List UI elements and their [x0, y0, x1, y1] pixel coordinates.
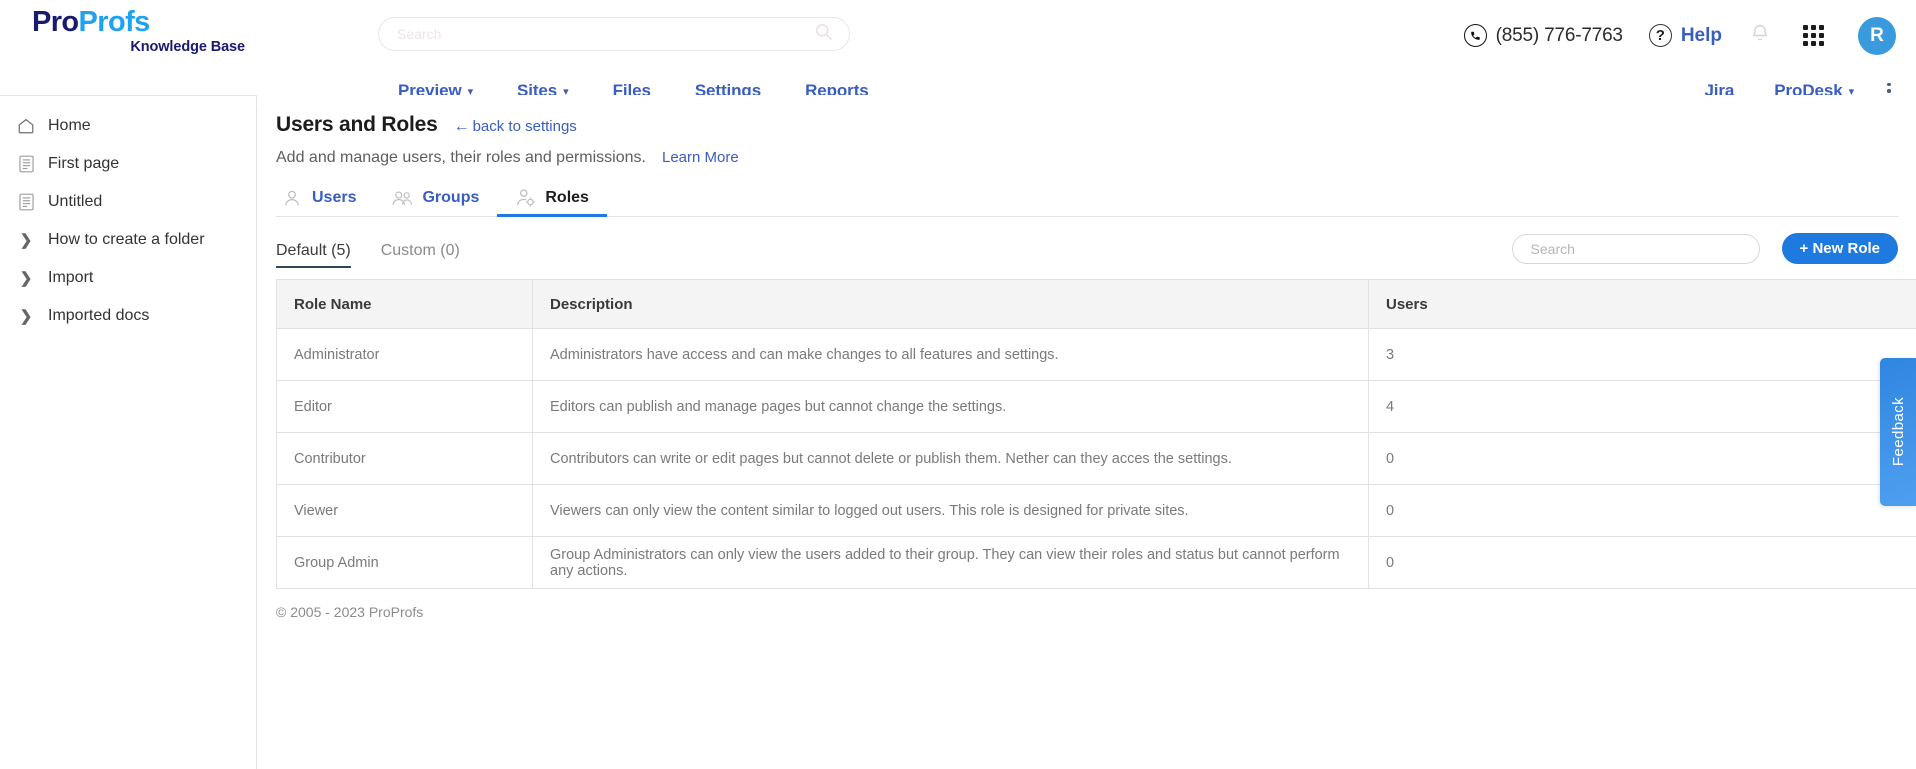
sidebar-item-label: First page — [48, 155, 120, 172]
phone-icon — [1463, 24, 1487, 47]
header-search-input[interactable] — [395, 25, 814, 43]
cell-role-name: Viewer — [276, 484, 533, 537]
avatar[interactable]: R — [1858, 16, 1896, 55]
sidebar-item-label: How to create a folder — [48, 231, 205, 248]
tab-label: Groups — [422, 188, 480, 206]
table-row[interactable]: Viewer Viewers can only view the content… — [276, 484, 1916, 537]
cell-description: Viewers can only view the content simila… — [532, 484, 1369, 537]
cell-users-count[interactable]: 0 — [1368, 536, 1916, 589]
footer-copyright: © 2005 - 2023 ProProfs — [276, 604, 424, 620]
subtab-default[interactable]: Default (5) — [276, 242, 351, 268]
tab-users[interactable]: Users — [276, 187, 374, 216]
column-header-users: Users — [1368, 279, 1916, 329]
help-label: Help — [1680, 24, 1722, 46]
section-tabs: Users Groups Roles — [276, 184, 1898, 217]
avatar-initial: R — [1870, 24, 1884, 46]
cell-description: Editors can publish and manage pages but… — [532, 380, 1369, 433]
sidebar-item-first-page[interactable]: First page — [0, 145, 256, 183]
toolbar-actions: + New Role — [1511, 233, 1898, 264]
cell-users-count[interactable]: 0 — [1368, 432, 1916, 485]
tab-groups[interactable]: Groups — [374, 187, 497, 216]
sidebar-item-import[interactable]: ❯ Import — [0, 259, 256, 297]
back-link-label: back to settings — [472, 118, 577, 135]
main-content: Users and Roles ← back to settings Add a… — [258, 95, 1916, 769]
roles-search-input[interactable] — [1528, 239, 1743, 258]
chevron-right-icon[interactable]: ❯ — [17, 231, 35, 249]
roles-table: Role Name Description Users Administrato… — [276, 279, 1916, 589]
top-header: ProProfs Knowledge Base + New ▾ — [0, 0, 1916, 107]
page-subtitle: Add and manage users, their roles and pe… — [276, 149, 646, 166]
sidebar-item-untitled[interactable]: Untitled — [0, 183, 256, 221]
cell-users-count[interactable]: 4 — [1368, 380, 1916, 433]
arrow-left-icon: ← — [453, 118, 470, 135]
table-body: Administrator Administrators have access… — [276, 328, 1916, 589]
table-header-row: Role Name Description Users — [276, 279, 1916, 329]
sidebar-item-label: Import — [48, 269, 94, 286]
tab-label: Roles — [545, 188, 589, 206]
logo-part-2: Profs — [78, 6, 151, 38]
chevron-right-icon[interactable]: ❯ — [17, 307, 35, 325]
sidebar-item-imported-docs[interactable]: ❯ Imported docs — [0, 297, 256, 335]
page-title: Users and Roles — [276, 113, 438, 136]
cell-description: Group Administrators can only view the u… — [532, 536, 1369, 589]
cell-role-name: Editor — [276, 380, 533, 433]
document-icon — [17, 193, 35, 211]
single-user-icon — [282, 187, 303, 208]
two-users-icon — [392, 187, 413, 208]
back-to-settings-link[interactable]: ← back to settings — [454, 118, 577, 136]
column-header-role-name: Role Name — [276, 279, 533, 329]
sidebar: Home First page Untitled ❯ How to create… — [0, 95, 257, 769]
sidebar-item-how-to-create-a-folder[interactable]: ❯ How to create a folder — [0, 221, 256, 259]
tab-roles[interactable]: Roles — [497, 187, 607, 217]
app-root: ProProfs Knowledge Base + New ▾ — [0, 0, 1916, 769]
roles-table-wrapper: Role Name Description Users Administrato… — [276, 279, 1916, 589]
title-row: Users and Roles ← back to settings — [276, 113, 1916, 137]
cell-users-count[interactable]: 3 — [1368, 328, 1916, 381]
roles-search[interactable] — [1511, 233, 1760, 264]
table-row[interactable]: Administrator Administrators have access… — [276, 328, 1916, 381]
home-icon — [17, 117, 35, 135]
document-icon — [17, 155, 35, 173]
header-actions: (855) 776-7763 ? Help R — [1463, 0, 1896, 71]
help-link[interactable]: ? Help — [1648, 24, 1722, 47]
table-row[interactable]: Group Admin Group Administrators can onl… — [276, 536, 1916, 589]
subtab-toolbar: Default (5) Custom (0) + New Role — [276, 233, 1898, 275]
column-header-description: Description — [532, 279, 1369, 329]
sidebar-item-label: Imported docs — [48, 307, 150, 324]
user-gear-icon — [515, 187, 536, 208]
logo-subtitle: Knowledge Base — [130, 39, 245, 55]
subtitle-row: Add and manage users, their roles and pe… — [276, 149, 1916, 167]
table-row[interactable]: Editor Editors can publish and manage pa… — [276, 380, 1916, 433]
logo-wordmark: ProProfs — [32, 8, 247, 37]
learn-more-link[interactable]: Learn More — [662, 149, 739, 166]
sidebar-item-label: Untitled — [48, 193, 103, 210]
cell-description: Contributors can write or edit pages but… — [532, 432, 1369, 485]
sidebar-item-label: Home — [48, 117, 91, 134]
table-row[interactable]: Contributor Contributors can write or ed… — [276, 432, 1916, 485]
cell-role-name: Administrator — [276, 328, 533, 381]
apps-grid-icon[interactable] — [1803, 25, 1825, 46]
logo-part-1: Pro — [32, 6, 79, 38]
table-head: Role Name Description Users — [276, 279, 1916, 329]
question-mark-icon: ? — [1648, 24, 1672, 47]
page-header: Users and Roles ← back to settings Add a… — [258, 95, 1916, 167]
header-search[interactable] — [378, 17, 850, 51]
brand-logo[interactable]: ProProfs Knowledge Base — [32, 8, 247, 56]
cell-users-count[interactable]: 0 — [1368, 484, 1916, 537]
cell-role-name: Group Admin — [276, 536, 533, 589]
chevron-right-icon[interactable]: ❯ — [17, 269, 35, 287]
tab-label: Users — [312, 188, 357, 206]
notification-bell-icon[interactable] — [1750, 22, 1770, 49]
subtab-custom[interactable]: Custom (0) — [381, 242, 460, 268]
phone-link[interactable]: (855) 776-7763 — [1463, 24, 1623, 47]
cell-description: Administrators have access and can make … — [532, 328, 1369, 381]
feedback-label: Feedback — [1889, 397, 1907, 467]
cell-role-name: Contributor — [276, 432, 533, 485]
new-role-button[interactable]: + New Role — [1781, 233, 1898, 264]
search-icon — [814, 22, 833, 46]
phone-number: (855) 776-7763 — [1495, 24, 1623, 46]
sidebar-item-home[interactable]: Home — [0, 107, 256, 145]
feedback-tab[interactable]: Feedback — [1880, 358, 1916, 506]
